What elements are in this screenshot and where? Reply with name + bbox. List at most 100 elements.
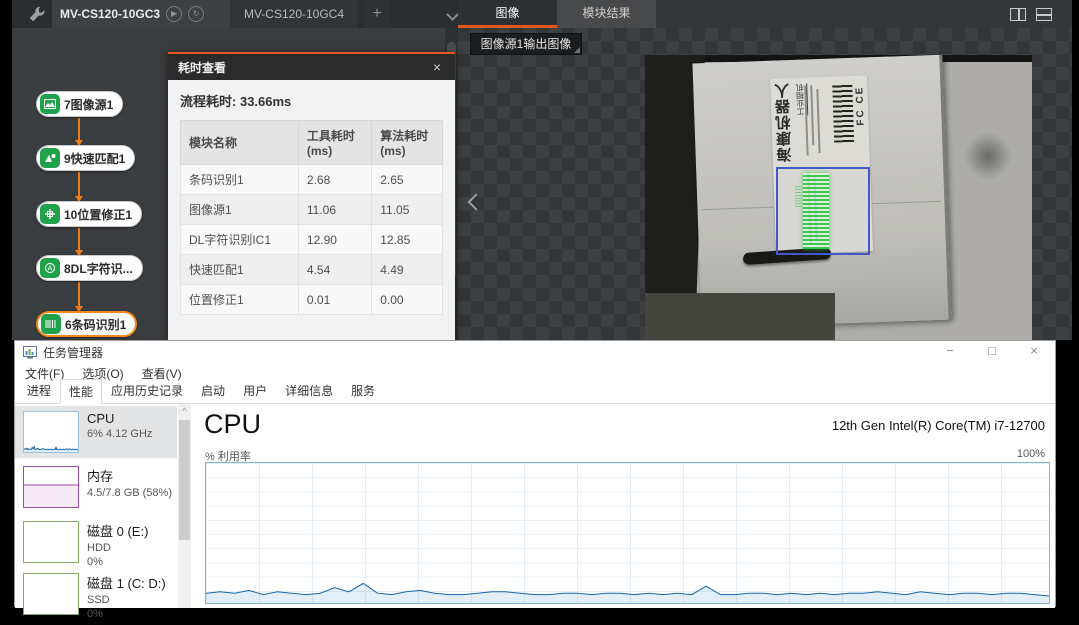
taskmgr-tabbar: 进程 性能 应用历史记录 启动 用户 详细信息 服务: [15, 383, 1055, 404]
sidebar-item-memory[interactable]: 内存 4.5/7.8 GB (58%): [15, 461, 177, 513]
minimize-button[interactable]: −: [929, 341, 971, 363]
table-row[interactable]: 图像源1 11.06 11.05: [181, 195, 443, 225]
task-manager-icon: [23, 345, 37, 359]
maximize-button[interactable]: □: [971, 341, 1013, 363]
cpu-mini-chart: [23, 411, 79, 453]
tab-services[interactable]: 服务: [342, 378, 384, 403]
table-row[interactable]: DL字符识别IC1 12.90 12.85: [181, 225, 443, 255]
chevron-down-icon[interactable]: [446, 8, 459, 21]
flow-total-value: 33.66ms: [240, 94, 291, 109]
time-cost-popup: 耗时查看 × 流程耗时: 33.66ms 模块名称 工具耗时(ms) 算法耗时(…: [168, 52, 455, 340]
node-barcode-selected[interactable]: 6条码识别1: [36, 311, 137, 337]
sidebar-disk0-name: 磁盘 0 (E:): [87, 521, 148, 540]
tab-users[interactable]: 用户: [234, 378, 276, 403]
tab-app-history[interactable]: 应用历史记录: [102, 378, 192, 403]
axis-max-label: 100%: [1017, 448, 1045, 460]
tab-module-result[interactable]: 模块结果: [557, 0, 656, 28]
col-tool-time: 工具耗时(ms): [298, 121, 371, 165]
collapse-panel-chevron-icon[interactable]: [468, 194, 485, 211]
flow-total-label: 流程耗时:: [180, 94, 236, 109]
image-viewport[interactable]: 图像源1输出图像 海康机器人 工业相机: [458, 28, 1072, 340]
layout-view-icon[interactable]: [1036, 8, 1052, 21]
disk1-mini-chart: [23, 573, 79, 615]
close-button[interactable]: ×: [1013, 341, 1055, 363]
image-source-dropdown[interactable]: 图像源1输出图像: [470, 33, 582, 55]
scrollbar-up-arrow-icon[interactable]: ^: [178, 404, 191, 418]
node-label: 8DL字符识...: [64, 260, 133, 277]
label-text-lines: [804, 85, 808, 155]
node-label: 6条码识别1: [65, 316, 126, 333]
tab-details[interactable]: 详细信息: [276, 378, 342, 403]
col-algo-time: 算法耗时(ms): [372, 121, 443, 165]
popup-titlebar[interactable]: 耗时查看 ×: [168, 54, 455, 80]
window-controls: − □ ×: [929, 341, 1055, 363]
cost-table: 模块名称 工具耗时(ms) 算法耗时(ms) 条码识别1 2.68 2.65 图…: [180, 120, 443, 315]
image-result-panel: 图像 模块结果 图像源1输出图像 海康机器人: [458, 0, 1072, 340]
run-continuous-icon[interactable]: ↻: [188, 6, 204, 22]
cpu-model-text: 12th Gen Intel(R) Core(TM) i7-12700: [832, 418, 1045, 433]
table-row[interactable]: 条码识别1 2.68 2.65: [181, 165, 443, 195]
barcode-icon: [41, 314, 61, 334]
cell-module: 图像源1: [181, 195, 299, 225]
label-barcode: [832, 84, 854, 143]
add-solution-tab-button[interactable]: +: [364, 0, 390, 28]
node-position-fix[interactable]: 10位置修正1: [36, 201, 142, 227]
panel-layout-icons: [1010, 8, 1052, 21]
table-row[interactable]: 快速匹配1 4.54 4.49: [181, 255, 443, 285]
sidebar-cpu-detail: 6% 4.12 GHz: [87, 428, 152, 440]
cell-module: 位置修正1: [181, 285, 299, 315]
taskmgr-titlebar[interactable]: 任务管理器 − □ ×: [15, 341, 1055, 363]
sidebar-cpu-name: CPU: [87, 411, 152, 426]
cell-tool-time: 11.06: [298, 195, 371, 225]
wall-shadow-blob: [963, 133, 1013, 179]
tab-performance[interactable]: 性能: [60, 379, 102, 404]
cell-tool-time: 0.01: [298, 285, 371, 315]
sidebar-scrollbar[interactable]: ^: [178, 404, 191, 608]
sidebar-disk1-type: SSD: [87, 594, 166, 606]
flow-arrow: [78, 282, 80, 310]
barcode-decoded-text: ||||||||: [795, 185, 802, 208]
cell-algo-time: 4.49: [372, 255, 443, 285]
cell-algo-time: 11.05: [372, 195, 443, 225]
image-source-icon: [40, 94, 60, 114]
dl-ocr-icon: A: [40, 258, 60, 278]
tab-processes[interactable]: 进程: [18, 378, 60, 403]
photo-floor-shadow: [645, 293, 835, 340]
sidebar-disk1-name: 磁盘 1 (C: D:): [87, 573, 166, 592]
sidebar-item-cpu[interactable]: CPU 6% 4.12 GHz: [15, 406, 177, 458]
cell-algo-time: 0.00: [372, 285, 443, 315]
flow-arrow: [78, 118, 80, 144]
sidebar-item-disk1[interactable]: 磁盘 1 (C: D:) SSD 0%: [15, 568, 177, 625]
label-text-lines: [810, 85, 814, 145]
node-dl-ocr[interactable]: A 8DL字符识...: [36, 255, 143, 281]
tab-image[interactable]: 图像: [458, 0, 557, 28]
sidebar-scrollbar-thumb[interactable]: [179, 420, 190, 540]
cell-tool-time: 12.90: [298, 225, 371, 255]
sidebar-item-disk0[interactable]: 磁盘 0 (E:) HDD 0%: [15, 516, 177, 573]
camera-photo: 海康机器人 工业相机 FC CE ||||||||: [645, 55, 1032, 340]
cost-table-header-row: 模块名称 工具耗时(ms) 算法耗时(ms): [181, 121, 443, 165]
cell-module: 快速匹配1: [181, 255, 299, 285]
page-title: CPU: [204, 409, 261, 440]
sidebar-memory-name: 内存: [87, 466, 172, 485]
cell-algo-time: 12.85: [372, 225, 443, 255]
position-fix-icon: [40, 204, 60, 224]
popup-title: 耗时查看: [178, 59, 226, 76]
sidebar-disk0-percent: 0%: [87, 556, 148, 568]
close-icon[interactable]: ×: [429, 59, 445, 75]
solution-tab-active[interactable]: MV-CS120-10GC3 ▶ ↻: [52, 0, 230, 28]
image-panel-tabbar: 图像 模块结果: [458, 0, 1072, 28]
image-source-dropdown-label: 图像源1输出图像: [481, 37, 572, 51]
wrench-icon[interactable]: [28, 5, 46, 23]
resize-grip-icon: [574, 47, 580, 53]
node-image-source[interactable]: 7图像源1: [36, 91, 123, 117]
split-view-icon[interactable]: [1010, 8, 1026, 21]
run-once-icon[interactable]: ▶: [166, 6, 182, 22]
popup-body: 流程耗时: 33.66ms 模块名称 工具耗时(ms) 算法耗时(ms) 条码识…: [168, 80, 455, 340]
node-fast-match[interactable]: 9快速匹配1: [36, 145, 135, 171]
performance-page: CPU 6% 4.12 GHz 内存 4.5/7.8 GB (58%) 磁盘 0…: [15, 404, 1055, 608]
tab-startup[interactable]: 启动: [192, 378, 234, 403]
solution-tab-inactive[interactable]: MV-CS120-10GC4: [230, 0, 358, 28]
memory-mini-chart: [23, 466, 79, 508]
table-row[interactable]: 位置修正1 0.01 0.00: [181, 285, 443, 315]
